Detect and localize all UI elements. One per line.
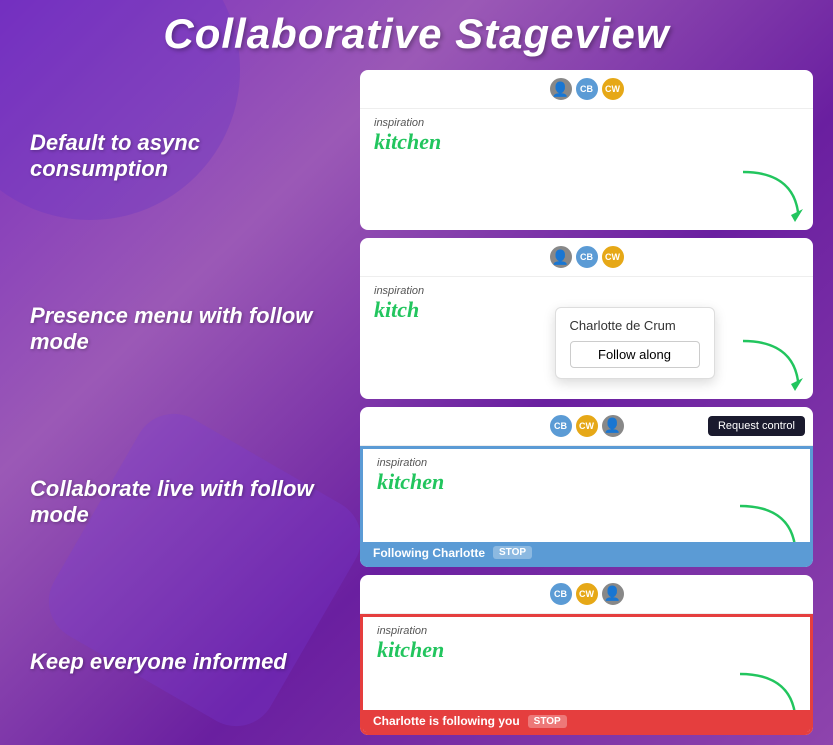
panel-3-body: inspiration kitchen Following Charlotte …	[360, 446, 813, 567]
labels-column: Default to async consumption Presence me…	[20, 70, 350, 735]
label-presence: Presence menu with follow mode	[30, 303, 340, 356]
following-bar-text: Following Charlotte	[373, 546, 485, 560]
arrow-1	[733, 167, 803, 222]
page-wrapper: Collaborative Stageview Default to async…	[0, 0, 833, 745]
charlotte-bar: Charlotte is following you STOP	[363, 710, 810, 732]
panel-1-body: inspiration kitchen	[360, 109, 813, 230]
request-control-button[interactable]: Request control	[708, 416, 805, 436]
inspiration-text-1: inspiration kitchen	[374, 117, 441, 155]
avatar-cb-3: CB	[548, 413, 574, 439]
panel-4: CB CW inspiration kitchen Charlotte is f…	[360, 575, 813, 735]
avatar-cw-2: CW	[600, 244, 626, 270]
inspiration-label-4: inspiration	[377, 625, 444, 637]
avatar-cb-4: CB	[548, 581, 574, 607]
follow-along-button[interactable]: Follow along	[570, 341, 700, 368]
avatar-photo-4	[600, 581, 626, 607]
inspiration-text-4: inspiration kitchen	[377, 625, 444, 663]
content-area: Default to async consumption Presence me…	[20, 70, 813, 735]
avatar-cw-3: CW	[574, 413, 600, 439]
avatar-cw-4: CW	[574, 581, 600, 607]
inspiration-text-2: inspiration kitch	[374, 285, 424, 323]
charlotte-bar-text: Charlotte is following you	[373, 714, 520, 728]
avatar-photo-3	[600, 413, 626, 439]
kitchen-text-4: kitchen	[377, 637, 444, 663]
kitchen-text-3: kitchen	[377, 469, 444, 495]
avatar-cw-1: CW	[600, 76, 626, 102]
panel-3: CB CW Request control inspiration kitche…	[360, 407, 813, 567]
inspiration-label-1: inspiration	[374, 117, 441, 129]
panel-3-header: CB CW Request control	[360, 407, 813, 446]
panel-2-body: inspiration kitch Charlotte de Crum Foll…	[360, 277, 813, 398]
panel-4-header: CB CW	[360, 575, 813, 614]
panel-1: CB CW inspiration kitchen	[360, 70, 813, 230]
panel-2: CB CW inspiration kitch Charlotte de Cru…	[360, 238, 813, 398]
panel-4-body: inspiration kitchen Charlotte is followi…	[360, 614, 813, 735]
label-async: Default to async consumption	[30, 130, 340, 183]
inspiration-text-3: inspiration kitchen	[377, 457, 444, 495]
panels-column: CB CW inspiration kitchen	[360, 70, 813, 735]
inspiration-label-3: inspiration	[377, 457, 444, 469]
panel-1-header: CB CW	[360, 70, 813, 109]
dropdown-name: Charlotte de Crum	[570, 318, 700, 333]
label-informed: Keep everyone informed	[30, 649, 340, 675]
kitchen-text-2: kitch	[374, 297, 424, 323]
dropdown-popup: Charlotte de Crum Follow along	[555, 307, 715, 379]
avatar-cb-1: CB	[574, 76, 600, 102]
kitchen-text-1: kitchen	[374, 129, 441, 155]
avatar-photo-2	[548, 244, 574, 270]
label-collaborate: Collaborate live with follow mode	[30, 476, 340, 529]
page-title: Collaborative Stageview	[163, 10, 669, 58]
avatar-photo-1	[548, 76, 574, 102]
stop-badge-4[interactable]: STOP	[528, 715, 567, 728]
following-bar: Following Charlotte STOP	[363, 542, 810, 564]
avatar-cb-2: CB	[574, 244, 600, 270]
arrow-2	[733, 336, 803, 391]
inspiration-label-2: inspiration	[374, 285, 424, 297]
panel-2-header: CB CW	[360, 238, 813, 277]
stop-badge-3[interactable]: STOP	[493, 546, 532, 559]
